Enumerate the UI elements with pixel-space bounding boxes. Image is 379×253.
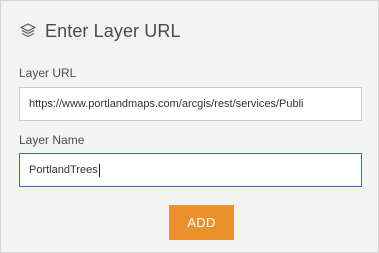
- layers-icon: [19, 22, 37, 40]
- panel-header: Enter Layer URL: [19, 18, 181, 44]
- layer-url-label: Layer URL: [19, 66, 77, 80]
- layer-name-label: Layer Name: [19, 133, 85, 147]
- layer-url-value: https://www.portlandmaps.com/arcgis/rest…: [29, 98, 305, 110]
- enter-layer-url-panel: Enter Layer URL Layer URL https://www.po…: [0, 0, 379, 253]
- text-caret: [98, 163, 100, 177]
- layer-url-input[interactable]: https://www.portlandmaps.com/arcgis/rest…: [19, 87, 362, 121]
- layer-name-input[interactable]: PortlandTrees: [19, 153, 362, 187]
- add-button[interactable]: ADD: [169, 205, 234, 240]
- layer-name-value: PortlandTrees: [29, 164, 98, 176]
- panel-title: Enter Layer URL: [45, 20, 181, 41]
